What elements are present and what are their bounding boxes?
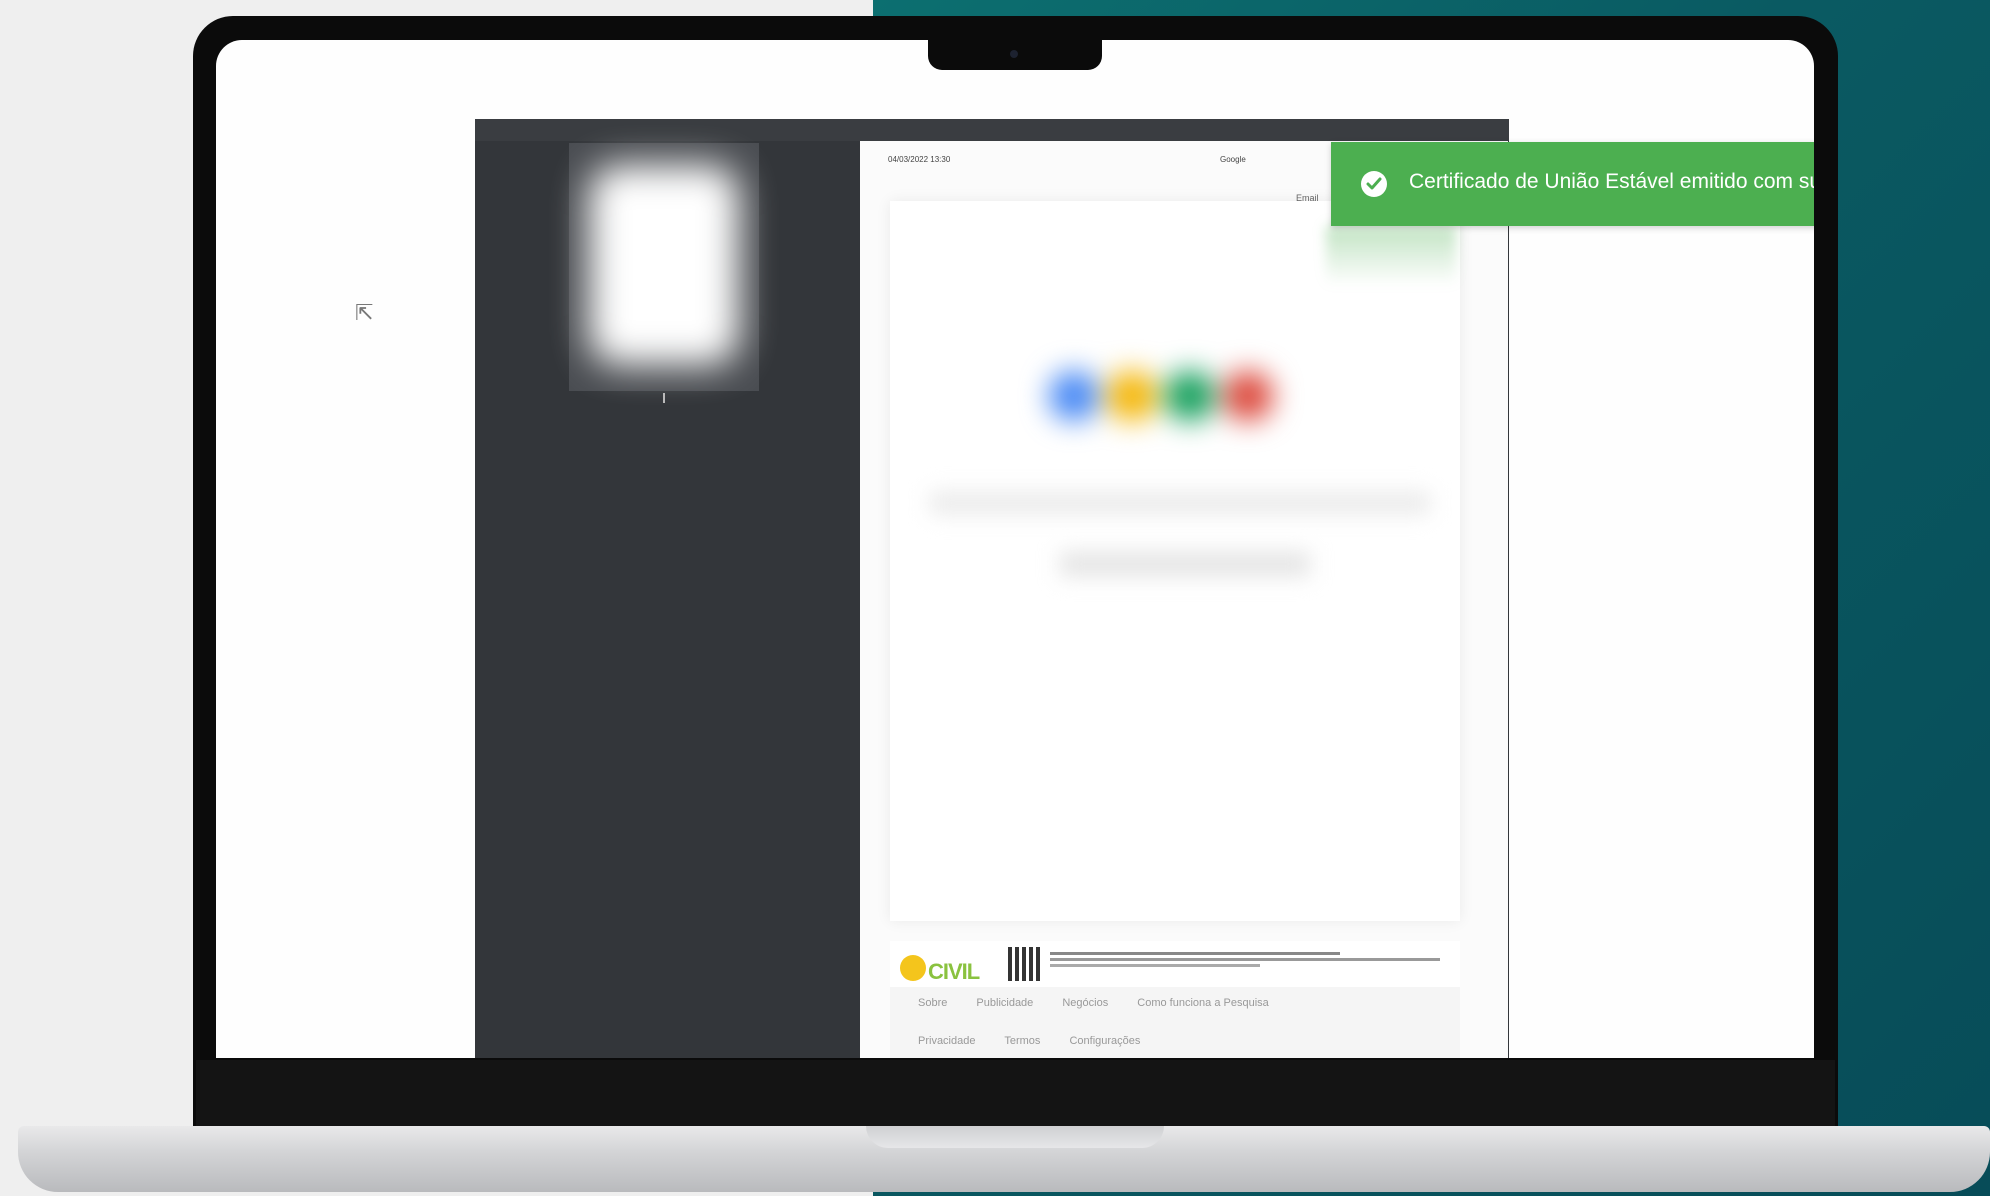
laptop-opening-notch: [866, 1126, 1164, 1148]
viewer-toolbar: [475, 119, 1509, 141]
screen-bottom-bezel: [196, 1060, 1835, 1126]
laptop-screen: ⇱ 04/03/2022 13:30 Google Email CIVIL So…: [216, 40, 1814, 1058]
fine-print: [1050, 949, 1450, 970]
footer-link[interactable]: Termos: [1004, 1035, 1040, 1047]
footer-link[interactable]: Como funciona a Pesquisa: [1137, 997, 1268, 1009]
blurred-subheading: [1060, 551, 1310, 577]
blurred-heading: [930, 491, 1430, 515]
toast-message: Certificado de União Estável emitido com…: [1409, 170, 1814, 193]
toast-shadow: [1326, 226, 1456, 286]
logo-text: CIVIL: [928, 959, 980, 984]
footer-link[interactable]: Privacidade: [918, 1035, 975, 1047]
footer-link[interactable]: Configurações: [1069, 1035, 1140, 1047]
qr-code-icon: [1008, 947, 1042, 981]
camera-notch: [928, 40, 1102, 70]
page-marker: [663, 393, 665, 403]
page-thumbnail[interactable]: [569, 143, 759, 391]
sun-icon: [900, 955, 926, 981]
registry-strip: CIVIL: [890, 941, 1460, 987]
footer-link[interactable]: Negócios: [1062, 997, 1108, 1009]
footer-link[interactable]: Sobre: [918, 997, 947, 1009]
blurred-logo: [1045, 371, 1305, 441]
footer-links-row1: Sobre Publicidade Negócios Como funciona…: [918, 997, 1295, 1009]
thumbnail-preview: [589, 165, 739, 365]
document-source: Google: [1220, 155, 1246, 164]
footer-links-row2: Privacidade Termos Configurações: [918, 1035, 1166, 1047]
registro-civil-logo: CIVIL: [896, 947, 996, 984]
document-footer: CIVIL Sobre Publicidade Negócios Como fu…: [890, 941, 1460, 1058]
success-toast[interactable]: Certificado de União Estável emitido com…: [1331, 142, 1814, 226]
document-page: [890, 201, 1460, 921]
footer-link[interactable]: Publicidade: [976, 997, 1033, 1009]
document-date: 04/03/2022 13:30: [888, 155, 951, 164]
thumbnail-sidebar[interactable]: [475, 141, 860, 1058]
mouse-cursor-icon: ⇱: [355, 300, 374, 325]
check-circle-icon: [1361, 171, 1387, 197]
